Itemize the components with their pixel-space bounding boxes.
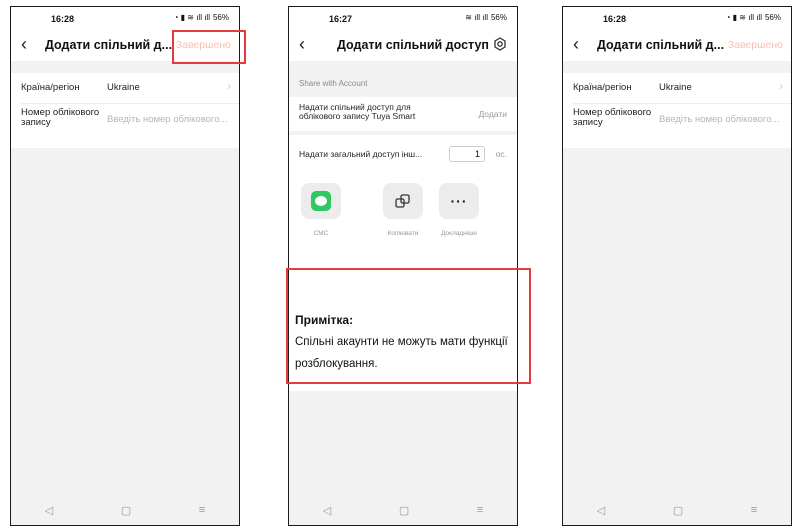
status-time: 16:28 [603,14,627,24]
nav-menu-icon[interactable]: ≡ [751,504,757,516]
account-row: Номер облікового запису Введіть номер об… [563,104,791,148]
country-value: Ukraine [107,82,140,93]
phone-screen-add-account-highlighted: 16:28 ◔ ▮ ≋ ıll ıll 56% ‹ Додати спільни… [10,6,240,526]
app-label-copy: Копіювати [387,230,419,237]
section-header: Share with Account [299,79,368,88]
main-content: Країна/регіон Ukraine › Номер облікового… [11,61,239,495]
account-form: Країна/регіон Ukraine › Номер облікового… [11,73,239,148]
header: ‹ Додати спільний д... Завершено [563,29,791,61]
system-nav-bar: ◁ ▢ ≡ [563,495,791,525]
back-arrow-icon[interactable]: ‹ [573,34,579,54]
app-label-sms: СМС [313,230,329,237]
tuya-share-label: Надати спільний доступ для облікового за… [299,102,416,121]
nav-home-icon[interactable]: ▢ [121,504,131,517]
sms-button[interactable] [301,183,341,219]
header: ‹ Додати спільний доступ [289,29,517,61]
status-icons: ◔ ▮ ≋ ıll ıll 56% [174,13,229,22]
page-title: Додати спільний доступ [337,38,489,52]
status-icons: ≋ ıll ıll 56% [465,13,507,22]
back-arrow-icon[interactable]: ‹ [21,34,27,54]
nav-back-icon[interactable]: ◁ [45,504,53,517]
chevron-right-icon: › [227,81,231,93]
battery-level: 56% [764,13,781,22]
settings-gear-icon[interactable] [493,37,507,51]
country-value: Ukraine [659,82,692,93]
status-bar: 16:28 ◔ ▮ ≋ ıll ıll 56% [563,7,791,29]
more-button[interactable]: ··· [439,183,479,219]
account-input[interactable]: Введіть номер облікового... [659,114,779,125]
account-label: Номер облікового запису [573,107,652,128]
general-share-label: Надати загальний доступ інш... [299,149,423,159]
wifi-icon: ◔ ▮ ≋ ıll ıll [173,13,210,22]
nav-home-icon[interactable]: ▢ [399,504,409,517]
nav-menu-icon[interactable]: ≡ [477,504,483,516]
page-title: Додати спільний д... [597,38,725,52]
account-form: Країна/регіон Ukraine › Номер облікового… [563,73,791,148]
tuya-share-add[interactable]: Додати [478,109,507,119]
system-nav-bar: ◁ ▢ ≡ [289,495,517,525]
highlight-box-done [172,30,246,64]
main-content: Країна/регіон Ukraine › Номер облікового… [563,61,791,495]
status-time: 16:27 [329,14,353,24]
nav-home-icon[interactable]: ▢ [673,504,683,517]
country-label: Країна/регіон [21,82,80,93]
status-icons: ◔ ▮ ≋ ıll ıll 56% [726,13,781,22]
phone-screen-share-access: 16:27 ≋ ıll ıll 56% ‹ Додати спільний до… [288,6,518,526]
status-bar: 16:27 ≋ ıll ıll 56% [289,7,517,29]
nav-back-icon[interactable]: ◁ [323,504,331,517]
status-bar: 16:28 ◔ ▮ ≋ ıll ıll 56% [11,7,239,29]
account-input[interactable]: Введіть номер облікового... [107,114,227,125]
account-label: Номер облікового запису [21,107,100,128]
more-icon: ··· [450,193,468,209]
done-button[interactable]: Завершено [728,39,783,51]
status-time: 16:28 [51,14,75,24]
country-label: Країна/регіон [573,82,632,93]
app-label-more: Докладніше [440,230,478,237]
copy-button[interactable] [383,183,423,219]
share-count-input[interactable]: 1 [449,146,485,162]
account-row: Номер облікового запису Введіть номер об… [11,104,239,148]
nav-menu-icon[interactable]: ≡ [199,504,205,516]
phone-screen-add-account: 16:28 ◔ ▮ ≋ ıll ıll 56% ‹ Додати спільни… [562,6,792,526]
highlight-box-note [286,268,531,384]
nav-back-icon[interactable]: ◁ [597,504,605,517]
copy-icon [395,194,410,208]
battery-level: 56% [212,13,229,22]
chevron-right-icon: › [779,81,783,93]
battery-level: 56% [490,13,507,22]
tuya-share-row[interactable]: Надати спільний доступ для облікового за… [289,97,517,131]
sms-icon [311,191,331,211]
share-count-unit: ос. [495,149,507,159]
wifi-icon: ≋ ıll ıll [465,13,488,22]
system-nav-bar: ◁ ▢ ≡ [11,495,239,525]
wifi-icon: ◔ ▮ ≋ ıll ıll [725,13,762,22]
page-title: Додати спільний д... [45,38,173,52]
country-row[interactable]: Країна/регіон Ukraine › [11,73,239,103]
back-arrow-icon[interactable]: ‹ [299,34,305,54]
country-row[interactable]: Країна/регіон Ukraine › [563,73,791,103]
